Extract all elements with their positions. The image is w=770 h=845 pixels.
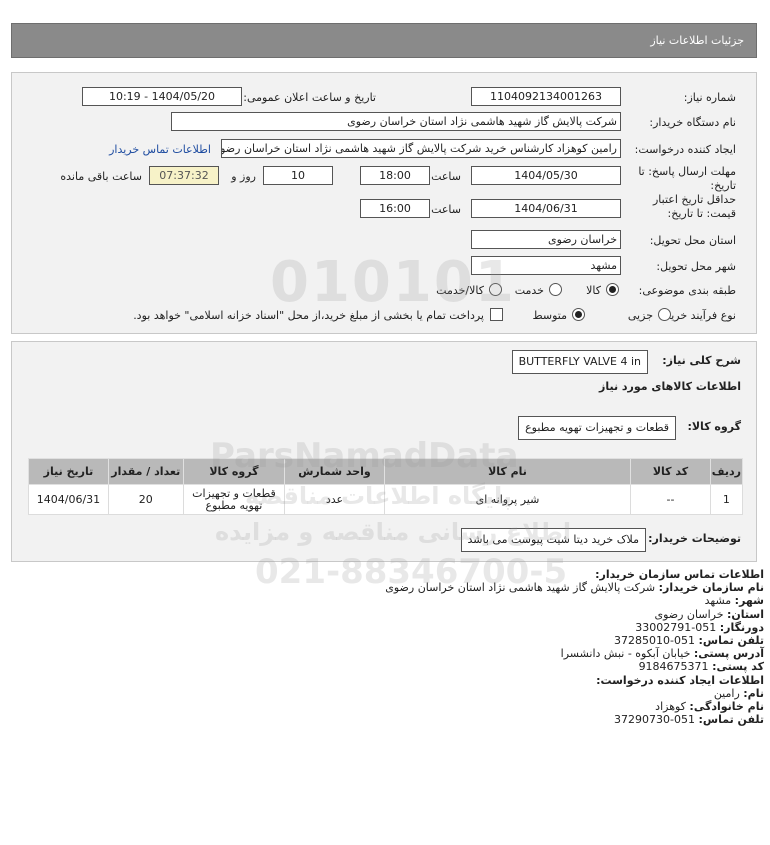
need-desc-field: BUTTERFLY VALVE 4 in [511,350,648,374]
cell-qty: 20 [107,484,184,515]
creator-first-name-line: نام: رامین [713,686,764,700]
goods-group-label: گروه کالا: [687,420,741,433]
col-code-header: کد کالا [630,458,711,485]
col-qty-header: تعداد / مقدار [107,458,184,485]
remaining-time-field: 07:37:32 [149,166,219,185]
days-field: 10 [263,166,333,185]
buyer-notes-label: توضیحات خریدار: [648,532,741,545]
buyer-contact-link[interactable]: اطلاعات تماس خریدار [109,143,211,156]
need-number-field: 1104092134001263 [471,87,621,106]
validity-time-field: 16:00 [360,199,430,218]
province-field: خراسان رضوی [471,230,621,249]
org-contact-title: اطلاعات تماس سازمان خریدار: [595,568,764,581]
goods-info-heading: اطلاعات کالاهای مورد نیاز [599,380,741,393]
goods-panel: شرح کلی نیاز: BUTTERFLY VALVE 4 in اطلاع… [11,341,757,562]
page-title: جزئیات اطلاعات نیاز [650,34,744,47]
col-date-header: تاریخ نیاز [28,458,109,485]
validity-time-label: ساعت [431,203,461,216]
city-label: شهر محل تحویل: [656,260,736,273]
org-address-line: آدرس پستی: خیابان آبکوه - نبش دانشسرا [560,647,764,661]
table-row: 1 -- شیر پروانه ای عدد قطعات و تجهیزات ت… [28,484,744,515]
cell-code: -- [630,484,711,515]
org-province-line: استان: خراسان رضوی [654,607,764,621]
org-phone-line: تلفن تماس: 051-37285010 [614,634,764,648]
goods-table: ردیف کد کالا نام کالا واحد شمارش گروه کا… [28,458,744,515]
cell-name: شیر پروانه ای [383,484,632,515]
payment-note: پرداخت تمام یا بخشی از مبلغ خرید،از محل … [133,309,484,322]
announce-field: 1404/05/20 - 10:19 [82,87,242,106]
need-number-label: شماره نیاز: [683,91,736,104]
buyer-notes-field: ملاک خرید دیتا شیت پیوست می باشد [460,528,646,552]
category-goods-radio[interactable] [606,283,619,296]
process-medium-radio[interactable] [572,308,585,321]
category-goods-service-label: کالا/خدمت [436,284,484,297]
contact-info: اطلاعات تماس سازمان خریدار: نام سازمان خ… [4,568,764,726]
deadline-date-field: 1404/05/30 [471,166,621,185]
validity-date-field: 1404/06/31 [471,199,621,218]
need-desc-label: شرح کلی نیاز: [662,354,741,367]
creator-field: رامین کوهزاد کارشناس خرید شرکت پالایش گا… [221,139,621,158]
col-name-header: نام کالا [383,458,632,485]
org-name-line: نام سازمان خریدار: شرکت پالایش گاز شهید … [385,581,764,595]
cell-unit: عدد [284,484,385,515]
process-medium-label: متوسط [532,309,567,322]
col-group-header: گروه کالا [182,458,286,485]
goods-group-field: قطعات و تجهیزات تهویه مطبوع [518,416,676,440]
deadline-label: مهلت ارسال پاسخ: تا تاریخ: [638,165,736,192]
buyer-org-label: نام دستگاه خریدار: [649,116,736,129]
cell-date: 1404/06/31 [28,484,109,515]
treasury-checkbox[interactable] [490,308,503,321]
province-label: استان محل تحویل: [649,234,736,247]
process-minor-label: جزیی [627,309,653,322]
cell-group: قطعات و تجهیزات تهویه مطبوع [182,484,286,515]
category-goods-label: کالا [586,284,601,297]
creator-phone-line: تلفن تماس: 051-37290730 [614,713,764,727]
remaining-label: ساعت باقی مانده [60,170,142,183]
creator-label: ایجاد کننده درخواست: [634,143,736,156]
category-goods-service-radio[interactable] [489,283,502,296]
col-row-header: ردیف [709,458,744,485]
announce-label: تاریخ و ساعت اعلان عمومی: [243,91,376,104]
creator-contact-title: اطلاعات ایجاد کننده درخواست: [596,673,764,687]
deadline-time-label: ساعت [431,170,461,183]
category-label: طبقه بندی موضوعی: [638,284,736,297]
category-service-radio[interactable] [549,283,562,296]
page-header: جزئیات اطلاعات نیاز [11,23,757,58]
need-details-panel: شماره نیاز: 1104092134001263 تاریخ و ساع… [11,72,757,334]
deadline-time-field: 18:00 [360,166,430,185]
table-header-row: ردیف کد کالا نام کالا واحد شمارش گروه کا… [28,458,744,485]
city-field: مشهد [471,256,621,275]
buyer-org-field: شرکت پالایش گاز شهید هاشمی نژاد استان خر… [171,112,621,131]
col-unit-header: واحد شمارش [284,458,385,485]
cell-row: 1 [709,484,744,515]
validity-label: حداقل تاریخ اعتبار قیمت: تا تاریخ: [652,193,736,220]
creator-last-name-line: نام خانوادگی: کوهزاد [655,700,764,714]
org-city-line: شهر: مشهد [704,594,764,608]
org-postal-line: کد پستی: 9184675371 [638,660,764,674]
org-fax-line: دورنگار: 051-33002791 [635,620,764,634]
process-minor-radio[interactable] [658,308,671,321]
category-service-label: خدمت [514,284,544,297]
days-label: روز و [231,170,256,183]
